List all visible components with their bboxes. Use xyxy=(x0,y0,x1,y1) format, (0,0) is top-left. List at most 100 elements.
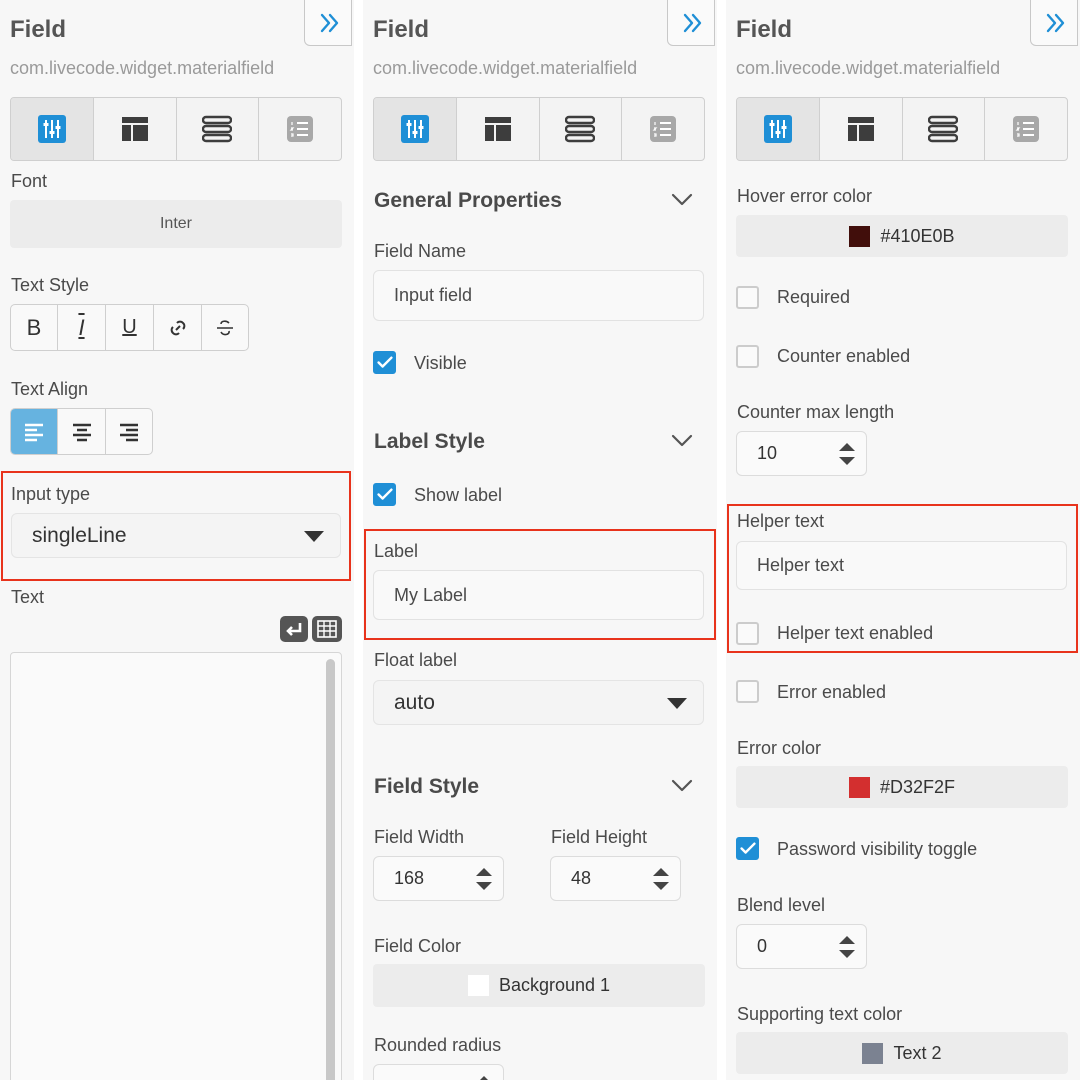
text-style-toolbar: B I U xyxy=(10,304,249,351)
middle-panel: Field com.livecode.widget.materialfield … xyxy=(363,0,717,1080)
tab-numbered-list[interactable] xyxy=(985,98,1067,160)
panel-title: Field xyxy=(10,16,67,43)
align-center-button[interactable] xyxy=(58,409,106,454)
expand-panel-button[interactable] xyxy=(304,0,352,46)
hover-error-color-button[interactable]: #410E0B xyxy=(736,215,1068,257)
supporting-text-color-button[interactable]: Text 2 xyxy=(736,1032,1068,1074)
align-right-icon xyxy=(120,423,138,441)
helper-text-enabled-checkbox[interactable] xyxy=(736,622,759,645)
section-header-general[interactable]: General Properties xyxy=(374,189,562,213)
tab-list[interactable] xyxy=(540,98,623,160)
tab-list[interactable] xyxy=(177,98,260,160)
align-left-icon xyxy=(25,423,43,441)
tab-layout[interactable] xyxy=(94,98,177,160)
float-label-label: Float label xyxy=(374,650,458,670)
color-swatch xyxy=(848,776,870,798)
tab-list[interactable] xyxy=(903,98,986,160)
error-color-label: Error color xyxy=(737,738,822,758)
updown-arrows-icon[interactable] xyxy=(652,865,670,893)
chevron-down-icon[interactable] xyxy=(671,193,693,207)
section-header-label-style[interactable]: Label Style xyxy=(374,430,485,454)
float-label-select[interactable]: auto xyxy=(373,680,704,725)
sliders-icon xyxy=(38,115,66,143)
required-checkbox[interactable] xyxy=(736,286,759,309)
counter-max-length-stepper[interactable]: 10 xyxy=(736,431,867,476)
updown-arrows-icon[interactable] xyxy=(475,1073,493,1080)
password-visibility-label: Password visibility toggle xyxy=(777,839,978,859)
rounded-radius-label: Rounded radius xyxy=(374,1035,502,1055)
field-name-input[interactable]: Input field xyxy=(373,270,704,321)
sliders-icon xyxy=(401,115,429,143)
layout-icon xyxy=(847,115,875,143)
label-input[interactable]: My Label xyxy=(373,570,704,620)
strikethrough-button[interactable] xyxy=(202,305,248,350)
updown-arrows-icon[interactable] xyxy=(475,865,493,893)
align-left-button[interactable] xyxy=(11,409,58,454)
required-label: Required xyxy=(777,287,851,307)
helper-text-enabled-label: Helper text enabled xyxy=(777,623,934,643)
expand-panel-button[interactable] xyxy=(667,0,715,46)
sliders-icon xyxy=(764,115,792,143)
tab-numbered-list[interactable] xyxy=(622,98,704,160)
error-color-button[interactable]: #D32F2F xyxy=(736,766,1068,808)
tab-layout[interactable] xyxy=(457,98,540,160)
list-icon xyxy=(202,115,232,143)
input-type-select[interactable]: singleLine xyxy=(11,513,341,558)
field-color-button[interactable]: Background 1 xyxy=(373,964,705,1007)
bold-button[interactable]: B xyxy=(11,305,58,350)
updown-arrows-icon[interactable] xyxy=(838,933,856,961)
field-width-label: Field Width xyxy=(374,827,465,847)
align-center-icon xyxy=(72,423,91,441)
tab-properties[interactable] xyxy=(737,98,820,160)
chevron-down-icon[interactable] xyxy=(671,779,693,793)
align-right-button[interactable] xyxy=(106,409,152,454)
list-icon xyxy=(565,115,595,143)
supporting-text-color-label: Supporting text color xyxy=(737,1004,903,1024)
tab-properties[interactable] xyxy=(11,98,94,160)
counter-enabled-checkbox[interactable] xyxy=(736,345,759,368)
error-enabled-checkbox[interactable] xyxy=(736,680,759,703)
color-swatch xyxy=(467,975,489,996)
chevron-down-icon[interactable] xyxy=(671,434,693,448)
color-swatch xyxy=(862,1042,884,1064)
error-enabled-label: Error enabled xyxy=(777,682,887,702)
numbered-list-icon xyxy=(649,115,677,143)
visible-checkbox[interactable] xyxy=(373,351,396,374)
expand-panel-button[interactable] xyxy=(1030,0,1078,46)
dropdown-caret-icon xyxy=(304,530,324,542)
numbered-list-icon xyxy=(286,115,314,143)
counter-enabled-label: Counter enabled xyxy=(777,346,911,366)
text-align-toolbar xyxy=(10,408,153,455)
blend-level-stepper[interactable]: 0 xyxy=(736,924,867,969)
rounded-radius-stepper[interactable] xyxy=(373,1064,504,1080)
section-header-field-style[interactable]: Field Style xyxy=(374,775,479,799)
check-icon xyxy=(740,842,756,855)
show-label-checkbox[interactable] xyxy=(373,483,396,506)
underline-button[interactable]: U xyxy=(106,305,154,350)
right-panel: Field com.livecode.widget.materialfield … xyxy=(726,0,1080,1080)
label-label: Label xyxy=(374,541,419,561)
italic-button[interactable]: I xyxy=(58,305,106,350)
updown-arrows-icon[interactable] xyxy=(838,440,856,468)
show-label-label: Show label xyxy=(414,485,503,505)
helper-text-input[interactable]: Helper text xyxy=(736,541,1067,590)
return-key-button[interactable] xyxy=(280,616,308,642)
field-height-stepper[interactable]: 48 xyxy=(550,856,681,901)
panel-subtitle: com.livecode.widget.materialfield xyxy=(10,58,275,78)
visible-label: Visible xyxy=(414,353,467,373)
tab-layout[interactable] xyxy=(820,98,903,160)
field-width-stepper[interactable]: 168 xyxy=(373,856,504,901)
tab-properties[interactable] xyxy=(374,98,457,160)
layout-icon xyxy=(484,115,512,143)
tab-numbered-list[interactable] xyxy=(259,98,341,160)
scrollbar[interactable] xyxy=(326,659,335,1080)
password-visibility-checkbox[interactable] xyxy=(736,837,759,860)
font-label: Font xyxy=(11,171,48,190)
text-align-label: Text Align xyxy=(11,379,89,399)
check-icon xyxy=(377,356,393,369)
text-area[interactable] xyxy=(10,652,342,1080)
table-button[interactable] xyxy=(312,616,342,642)
font-selector[interactable]: Inter xyxy=(10,200,342,248)
helper-text-label: Helper text xyxy=(737,511,825,531)
link-button[interactable] xyxy=(154,305,202,350)
